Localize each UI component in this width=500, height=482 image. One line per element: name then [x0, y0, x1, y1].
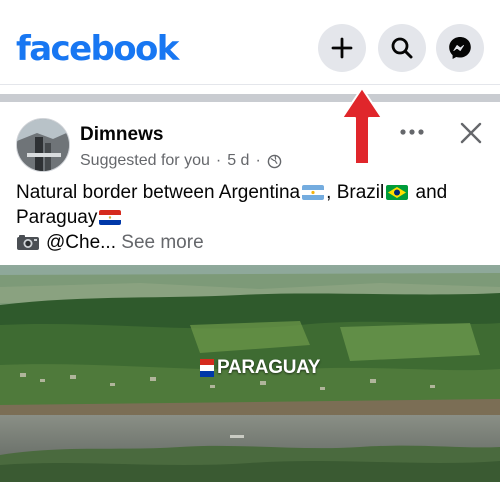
create-button[interactable] [318, 24, 366, 72]
post-text-segment: @Che... [46, 232, 116, 253]
header-divider [0, 84, 500, 85]
more-dots-icon [400, 129, 424, 135]
feed-separator [0, 94, 500, 102]
post-text: Natural border between Argentina , Brazil… [16, 180, 490, 255]
post-text-segment: Paraguay [16, 207, 98, 228]
image-overlay-label: PARAGUAY [200, 357, 320, 379]
meta-separator: · [215, 152, 222, 169]
hide-post-button[interactable] [456, 118, 486, 148]
facebook-logo[interactable]: facebook [16, 27, 179, 71]
post-author[interactable]: Dimnews [80, 124, 163, 146]
more-options-button[interactable] [397, 120, 427, 144]
see-more-link[interactable]: See more [121, 232, 203, 253]
post-text-segment: and [410, 182, 448, 203]
suggested-label: Suggested for you [80, 152, 210, 169]
post-text-line-2: Paraguay [16, 205, 490, 230]
brazil-flag-icon [386, 185, 409, 200]
messenger-icon [449, 37, 471, 59]
post-meta: Suggested for you · 5 d · [80, 152, 282, 170]
camera-icon [16, 233, 40, 251]
post-time[interactable]: 5 d [227, 152, 249, 170]
post-text-line-3: @Che... See more [16, 230, 490, 255]
search-button[interactable] [378, 24, 426, 72]
search-icon [391, 37, 413, 59]
close-icon [460, 122, 482, 144]
argentina-flag-icon [302, 185, 325, 200]
post-text-segment: , Brazil [326, 182, 385, 203]
messenger-button[interactable] [436, 24, 484, 72]
image-label-text: PARAGUAY [217, 357, 321, 378]
top-header: facebook [0, 0, 500, 86]
post-text-segment: Natural border between Argentina [16, 182, 301, 203]
globe-icon [267, 154, 282, 168]
annotation-arrow-icon [341, 87, 383, 165]
paraguay-flag-icon [99, 210, 122, 225]
avatar[interactable] [16, 118, 70, 172]
meta-separator-2: · [255, 152, 261, 169]
plus-icon [331, 37, 353, 59]
post-text-line-1: Natural border between Argentina , Brazil… [16, 180, 490, 205]
paraguay-flag-icon [200, 359, 214, 377]
